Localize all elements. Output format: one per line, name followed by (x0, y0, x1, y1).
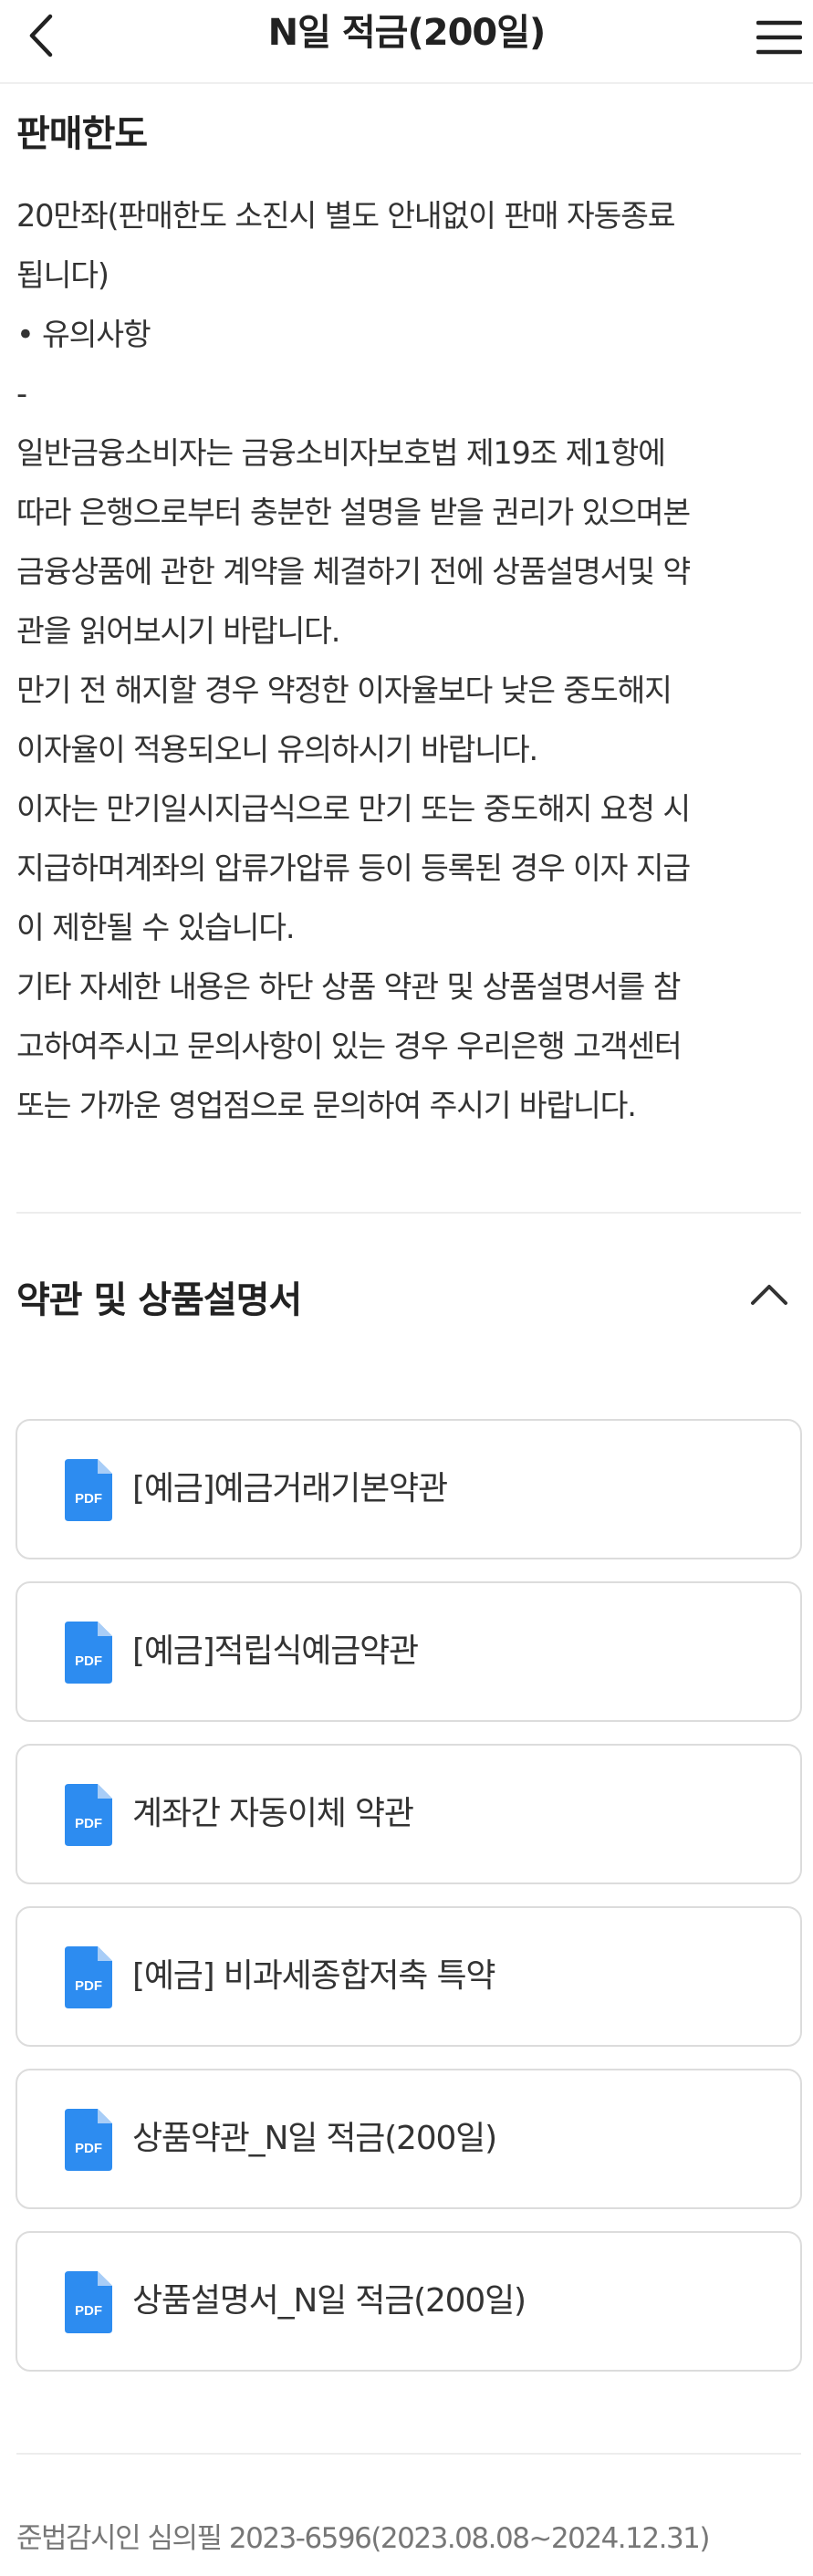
document-card[interactable]: PDF 계좌간 자동이체 약관 (16, 1744, 802, 1884)
notice-line: 이자는 만기일시지급식으로 만기 또는 중도해지 요청 시 (16, 791, 691, 827)
document-card[interactable]: PDF 상품설명서_N일 적금(200일) (16, 2231, 802, 2372)
document-title: [예금]적립식예금약관 (132, 1632, 419, 1670)
svg-text:PDF: PDF (75, 1653, 102, 1669)
notice-line: 20만좌(판매한도 소진시 별도 안내없이 판매 자동종료 (16, 198, 676, 234)
menu-button[interactable] (751, 9, 808, 66)
document-title: 상품설명서_N일 적금(200일) (132, 2282, 526, 2320)
notice-line: - (16, 376, 27, 412)
notice-line: 이 제한될 수 있습니다. (16, 910, 296, 945)
svg-text:PDF: PDF (75, 1816, 102, 1831)
document-card[interactable]: PDF [예금] 비과세종합저축 특약 (16, 1906, 802, 2047)
notice-line: 지급하며계좌의 압류가압류 등이 등록된 경우 이자 지급 (16, 850, 691, 886)
compliance-notice: 준법감시인 심의필 2023-6596(2023.08.08~2024.12.3… (16, 2522, 711, 2555)
document-card[interactable]: PDF [예금]적립식예금약관 (16, 1581, 802, 1722)
pdf-file-icon: PDF (65, 1622, 112, 1684)
document-title: [예금] 비과세종합저축 특약 (132, 1957, 495, 1995)
notice-line: 만기 전 해지할 경우 약정한 이자율보다 낮은 중도해지 (16, 673, 672, 708)
notice-line: 일반금융소비자는 금융소비자보호법 제19조 제1항에 (16, 435, 666, 471)
document-card[interactable]: PDF [예금]예금거래기본약관 (16, 1419, 802, 1559)
notice-line: 또는 가까운 영업점으로 문의하여 주시기 바랍니다. (16, 1088, 637, 1123)
notice-line: 됩니다) (16, 257, 109, 293)
notice-line: 고하여주시고 문의사항이 있는 경우 우리은행 고객센터 (16, 1028, 683, 1064)
document-title: [예금]예금거래기본약관 (132, 1470, 448, 1507)
document-title: 상품약관_N일 적금(200일) (132, 2120, 497, 2157)
notice-line: 관을 읽어보시기 바랍니다. (16, 613, 340, 649)
terms-collapse-toggle[interactable] (747, 1272, 791, 1316)
notice-line: • 유의사항 (16, 317, 151, 352)
pdf-file-icon: PDF (65, 1459, 112, 1521)
svg-text:PDF: PDF (75, 2141, 102, 2156)
pdf-file-icon: PDF (65, 1784, 112, 1846)
top-app-bar: N일 적금(200일) (0, 0, 813, 84)
svg-text:PDF: PDF (75, 1491, 102, 1507)
footer-divider (16, 2453, 801, 2455)
page-title: N일 적금(200일) (267, 12, 547, 54)
notice-line: 이자율이 적용되오니 유의하시기 바랍니다. (16, 732, 538, 767)
document-title: 계좌간 자동이체 약관 (132, 1795, 414, 1832)
terms-heading: 약관 및 상품설명서 (16, 1279, 302, 1321)
notice-line: 금융상품에 관한 계약을 체결하기 전에 상품설명서및 약 (16, 554, 691, 589)
pdf-file-icon: PDF (65, 2271, 112, 2333)
svg-text:PDF: PDF (75, 1978, 102, 1994)
pdf-file-icon: PDF (65, 1946, 112, 2008)
document-card[interactable]: PDF 상품약관_N일 적금(200일) (16, 2069, 802, 2209)
sales-limit-content: 20만좌(판매한도 소진시 별도 안내없이 판매 자동종료 됩니다) • 유의사… (16, 186, 792, 1135)
sales-limit-heading: 판매한도 (16, 113, 148, 155)
section-divider (16, 1212, 801, 1214)
notice-line: 따라 은행으로부터 충분한 설명을 받을 권리가 있으며본 (16, 495, 691, 530)
pdf-file-icon: PDF (65, 2109, 112, 2171)
hamburger-menu-icon (756, 20, 802, 55)
svg-text:PDF: PDF (75, 2303, 102, 2319)
chevron-up-icon (751, 1285, 787, 1305)
notice-line: 기타 자세한 내용은 하단 상품 약관 및 상품설명서를 참 (16, 969, 681, 1005)
